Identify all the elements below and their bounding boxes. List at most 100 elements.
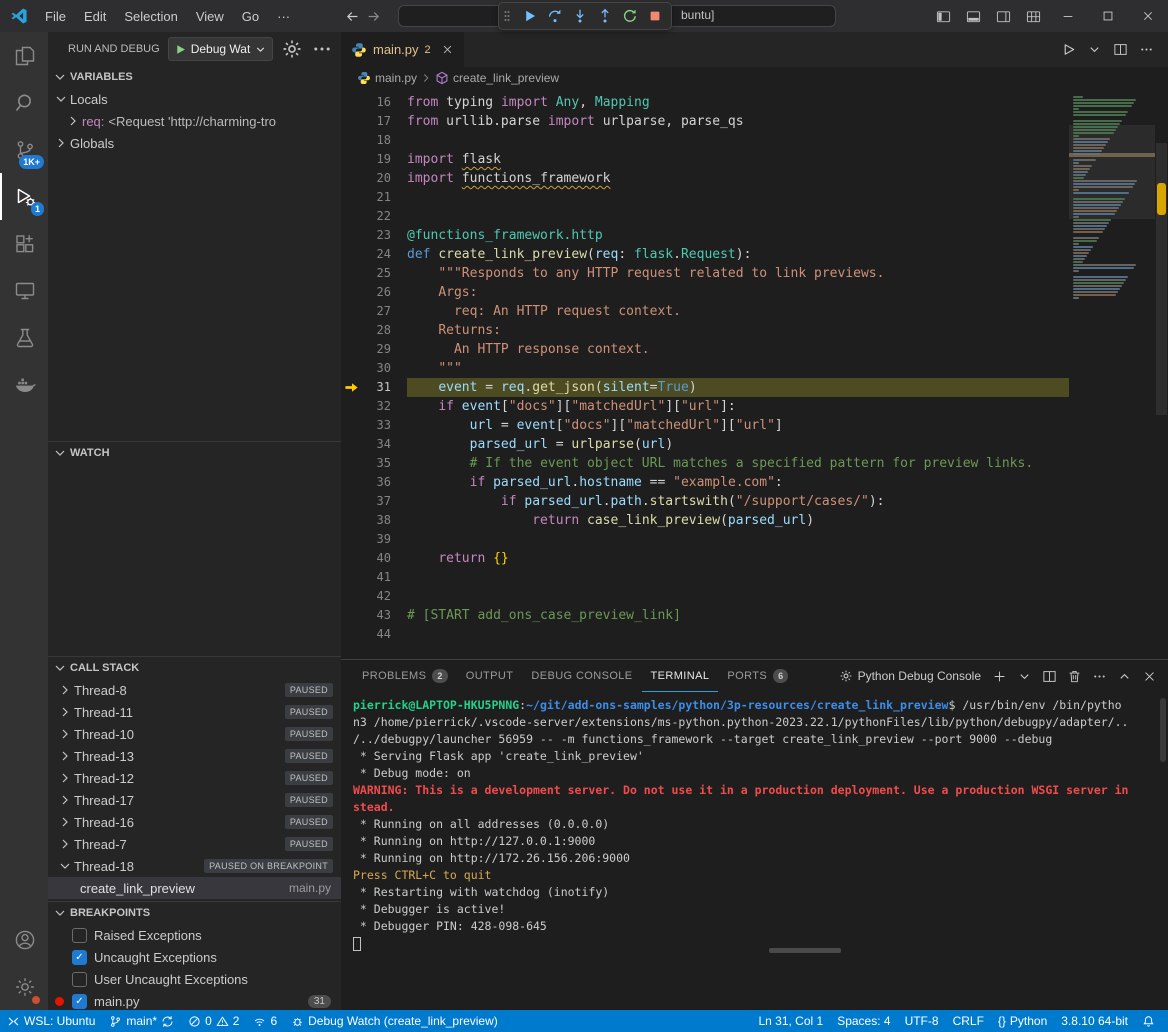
chevron-right-icon[interactable] <box>56 814 74 830</box>
tab-main-py[interactable]: main.py 2 <box>341 32 465 67</box>
code-line[interactable]: 32 if event["docs"]["matchedUrl"]["url"]… <box>341 397 1069 416</box>
breakpoint-row[interactable]: ✓Uncaught Exceptions <box>48 946 341 968</box>
status-item-indentation[interactable]: Spaces: 4 <box>830 1010 897 1032</box>
code-line[interactable]: 20import functions_framework <box>341 169 1069 188</box>
menu-item-0[interactable]: File <box>36 0 75 32</box>
step-into-button[interactable] <box>567 4 592 28</box>
menu-item-4[interactable]: Go <box>233 0 268 32</box>
variables-header[interactable]: VARIABLES <box>48 66 341 88</box>
breakpoints-header[interactable]: BREAKPOINTS <box>48 902 341 924</box>
breakpoint-row[interactable]: Raised Exceptions <box>48 924 341 946</box>
terminal[interactable]: pierrick@LAPTOP-HKU5PNNG:~/git/add-ons-s… <box>341 692 1168 1010</box>
code-line[interactable]: 44 <box>341 625 1069 644</box>
toggle-secondary-sidebar-icon[interactable] <box>988 0 1018 32</box>
gutter[interactable]: 37 <box>341 492 407 511</box>
activity-run-and-debug[interactable]: 1 <box>0 173 48 220</box>
activity-search[interactable] <box>0 79 48 126</box>
toggle-panel-icon[interactable] <box>958 0 988 32</box>
panel-tab-debug-console[interactable]: DEBUG CONSOLE <box>522 660 641 692</box>
gutter[interactable]: 33 <box>341 416 407 435</box>
kill-terminal-icon[interactable] <box>1063 665 1085 687</box>
status-item-debug-session[interactable]: Debug Watch (create_link_preview) <box>284 1010 505 1032</box>
gutter[interactable]: 20 <box>341 169 407 188</box>
call-stack-header[interactable]: CALL STACK <box>48 657 341 679</box>
status-item-encoding[interactable]: UTF-8 <box>898 1010 946 1032</box>
breakpoint-row[interactable]: User Uncaught Exceptions <box>48 968 341 990</box>
chevron-right-icon[interactable] <box>56 792 74 808</box>
toggle-primary-sidebar-icon[interactable] <box>928 0 958 32</box>
gutter[interactable]: 32 <box>341 397 407 416</box>
gutter[interactable]: 35 <box>341 454 407 473</box>
forward-icon[interactable] <box>366 9 381 24</box>
status-item-python-interpreter[interactable]: 3.8.10 64-bit <box>1054 1010 1135 1032</box>
panel-tab-problems[interactable]: PROBLEMS2 <box>353 660 457 692</box>
thread-row[interactable]: Thread-10PAUSED <box>48 723 341 745</box>
activity-testing[interactable] <box>0 314 48 361</box>
menu-item-5[interactable]: ··· <box>268 0 299 32</box>
gutter[interactable]: 30 <box>341 359 407 378</box>
code-line[interactable]: 35 # If the event object URL matches a s… <box>341 454 1069 473</box>
status-item-notifications[interactable] <box>1135 1010 1162 1032</box>
code-line[interactable]: 42 <box>341 587 1069 606</box>
chevron-right-icon[interactable] <box>56 704 74 720</box>
panel-tab-terminal[interactable]: TERMINAL <box>642 660 719 692</box>
split-editor-icon[interactable] <box>1108 38 1132 62</box>
code-line[interactable]: 31 event = req.get_json(silent=True) <box>341 378 1069 397</box>
debug-config-picker[interactable]: Debug Wat <box>168 37 274 61</box>
code-line[interactable]: 41 <box>341 568 1069 587</box>
gutter[interactable]: 38 <box>341 511 407 530</box>
variable-row[interactable]: Locals <box>48 88 341 110</box>
code-line[interactable]: 33 url = event["docs"]["matchedUrl"]["ur… <box>341 416 1069 435</box>
gutter[interactable]: 31 <box>341 378 407 397</box>
code-line[interactable]: 30 """ <box>341 359 1069 378</box>
chevron-right-icon[interactable] <box>56 836 74 852</box>
back-icon[interactable] <box>345 9 360 24</box>
code-line[interactable]: 40 return {} <box>341 549 1069 568</box>
thread-row[interactable]: Thread-16PAUSED <box>48 811 341 833</box>
breakpoint-checkbox[interactable] <box>72 972 87 987</box>
code-area[interactable]: 16from typing import Any, Mapping17from … <box>341 89 1069 659</box>
breakpoint-row[interactable]: ✓main.py31 <box>48 990 341 1010</box>
code-line[interactable]: 34 parsed_url = urlparse(url) <box>341 435 1069 454</box>
code-line[interactable]: 27 req: An HTTP request context. <box>341 302 1069 321</box>
breakpoint-checkbox[interactable] <box>72 928 87 943</box>
gutter[interactable]: 43 <box>341 606 407 625</box>
status-item-remote-indicator[interactable]: WSL: Ubuntu <box>0 1010 102 1032</box>
activity-extensions[interactable] <box>0 220 48 267</box>
run-python-file-icon[interactable] <box>1056 38 1080 62</box>
gutter[interactable]: 36 <box>341 473 407 492</box>
gutter[interactable]: 42 <box>341 587 407 606</box>
code-line[interactable]: 22 <box>341 207 1069 226</box>
code-line[interactable]: 39 <box>341 530 1069 549</box>
thread-row[interactable]: Thread-18PAUSED ON BREAKPOINT <box>48 855 341 877</box>
debug-settings-gear-icon[interactable] <box>281 38 303 60</box>
status-item-eol[interactable]: CRLF <box>946 1010 991 1032</box>
activity-docker[interactable] <box>0 361 48 408</box>
continue-button[interactable] <box>517 4 542 28</box>
status-item-problems[interactable]: 02 <box>181 1010 246 1032</box>
editor-more-actions-icon[interactable] <box>1134 38 1158 62</box>
panel-tab-output[interactable]: OUTPUT <box>457 660 523 692</box>
breakpoint-checkbox[interactable]: ✓ <box>72 994 87 1009</box>
gutter[interactable]: 26 <box>341 283 407 302</box>
gutter[interactable]: 19 <box>341 150 407 169</box>
terminal-scrollbar-horizontal[interactable] <box>769 948 841 953</box>
terminal-dropdown-chevron-icon[interactable] <box>1013 665 1035 687</box>
terminal-picker[interactable]: Python Debug Console <box>835 669 985 683</box>
panel-tab-ports[interactable]: PORTS6 <box>718 660 797 692</box>
gutter[interactable]: 22 <box>341 207 407 226</box>
stack-frame-row[interactable]: create_link_previewmain.py <box>48 877 341 899</box>
menu-item-3[interactable]: View <box>187 0 233 32</box>
restart-button[interactable] <box>617 4 642 28</box>
tab-close-icon[interactable] <box>441 43 454 56</box>
gutter[interactable]: 27 <box>341 302 407 321</box>
status-item-git-branch[interactable]: main* <box>102 1010 181 1032</box>
step-over-button[interactable] <box>542 4 567 28</box>
breadcrumb-item[interactable]: create_link_preview <box>435 71 559 85</box>
minimap[interactable] <box>1069 89 1155 659</box>
gutter[interactable]: 39 <box>341 530 407 549</box>
gutter[interactable]: 18 <box>341 131 407 150</box>
code-line[interactable]: 18 <box>341 131 1069 150</box>
chevron-right-icon[interactable] <box>56 770 74 786</box>
activity-explorer[interactable] <box>0 32 48 79</box>
